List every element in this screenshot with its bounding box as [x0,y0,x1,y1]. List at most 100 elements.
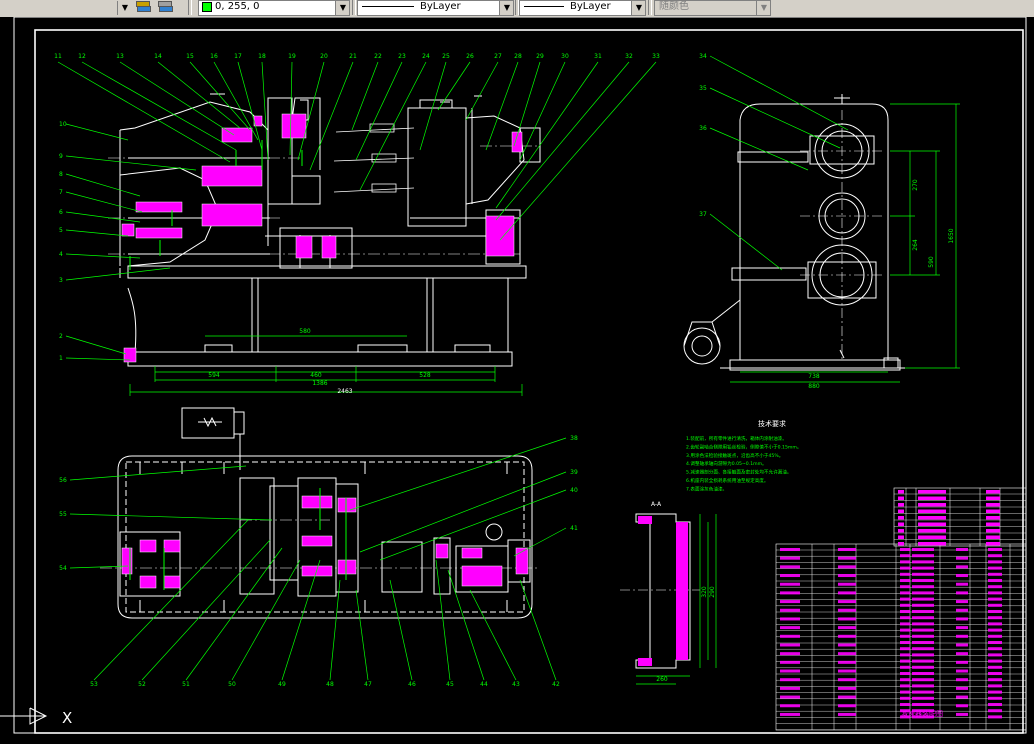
table-cell-text [988,678,1002,682]
table-cell-text [956,686,968,690]
table-cell-text [780,626,800,630]
table-cell-text [838,704,856,708]
table-cell-text [912,665,934,669]
table-cell-text [900,628,910,632]
svg-text:21: 21 [349,53,357,60]
table-cell-text [900,690,910,694]
table-cell-text [912,572,934,576]
table-cell-text [900,579,910,582]
table-cell-text [988,560,1002,564]
table-cell-text [912,554,934,558]
table-cell-text [900,603,910,607]
table-cell-text [986,522,1000,526]
table-cell-text [988,703,1002,706]
table-cell-text [900,572,910,576]
lineweight-dropdown[interactable]: ByLayer ▼ [519,0,646,16]
table-cell-text [900,684,910,688]
table-cell-text [838,660,856,664]
dim-590: 590 [928,256,935,268]
chevron-down-icon[interactable]: ▼ [631,1,645,15]
table-cell-text [988,591,1002,595]
svg-text:27: 27 [494,53,502,60]
table-cell-text [956,617,968,621]
table-cell-text [900,641,910,644]
table-cell-text [838,634,856,638]
table-cell-text [956,574,968,578]
table-cell-text [918,529,946,533]
table-cell-text [912,548,934,551]
table-cell-text [956,608,968,612]
toolbar-separator [648,0,652,15]
table-cell-text [988,610,1002,613]
color-dropdown[interactable]: 0, 255, 0 ▼ [198,0,350,16]
svg-text:54: 54 [59,565,67,572]
table-cell-text [900,591,910,595]
table-cell-text [898,529,904,533]
table-cell-text [780,582,800,586]
table-cell-text [912,585,934,589]
linetype-dropdown[interactable]: ByLayer ▼ [357,0,514,16]
svg-text:9: 9 [59,153,63,160]
svg-text:13: 13 [116,53,124,60]
table-cell-text [900,696,910,700]
svg-text:6: 6 [59,209,63,216]
table-cell-text [988,622,1002,626]
table-cell-text [956,582,968,586]
table-cell-text [918,516,946,520]
table-cell-text [988,579,1002,582]
table-cell-text [988,634,1002,638]
cad-drawing[interactable]: 580 594 460 528 1386 2463 11 12 13 14 15 16 17… [0,16,1034,740]
layer-stack-icon[interactable] [136,1,151,13]
table-cell-text [986,509,1000,513]
table-cell-text [838,565,856,569]
chevron-down-icon[interactable]: ▼ [499,1,513,15]
table-cell-text [988,690,1002,694]
table-cell-text [780,608,800,612]
svg-text:25: 25 [442,53,450,60]
svg-text:52: 52 [138,681,146,688]
table-cell-text [912,597,934,601]
table-cell-text [956,652,968,656]
table-cell-text [900,566,910,570]
table-cell-text [912,672,934,675]
table-cell-text [912,560,934,564]
layer-previous-icon[interactable] [158,1,173,13]
table-cell-text [956,695,968,699]
drawing-canvas[interactable]: 580 594 460 528 1386 2463 11 12 13 14 15 16 17… [0,16,1034,740]
svg-text:8: 8 [59,171,63,178]
svg-text:48: 48 [326,681,334,688]
table-cell-text [988,672,1002,675]
svg-text:35: 35 [699,85,707,92]
plotstyle-dropdown[interactable]: 随颜色 ▼ [654,0,771,16]
svg-text:39: 39 [570,469,578,476]
svg-text:14: 14 [154,53,162,60]
table-cell-text [986,529,1000,533]
table-cell-text [780,591,800,595]
table-cell-text [780,600,800,604]
lineweight-value: ByLayer [570,1,611,12]
svg-text:22: 22 [374,53,382,60]
svg-text:15: 15 [186,53,194,60]
table-cell-text [780,634,800,638]
title-block-name: 减速器装配图 [901,709,943,718]
table-cell-text [900,672,910,675]
svg-text:41: 41 [570,525,578,532]
table-cell-text [900,653,910,657]
table-cell-text [918,542,946,546]
svg-text:4: 4 [59,251,63,258]
tech-line: 7.表面涂灰色油漆。 [686,485,727,492]
chevron-down-icon[interactable]: ▼ [756,1,770,15]
svg-text:36: 36 [699,125,707,132]
table-cell-text [780,617,800,621]
layer-dropdown[interactable]: ▼ [0,0,132,16]
table-cell-text [988,684,1002,688]
tech-line: 2.齿轮副啮合侧隙用铅丝检验，侧隙值不小于0.15mm。 [686,443,801,450]
chevron-down-icon[interactable]: ▼ [117,1,131,15]
table-cell-text [838,712,856,716]
table-cell-text [988,628,1002,632]
table-cell-text [898,542,904,546]
chevron-down-icon[interactable]: ▼ [335,1,349,15]
table-cell-text [900,616,910,620]
table-cell-text [912,566,934,570]
table-cell-text [898,535,904,539]
